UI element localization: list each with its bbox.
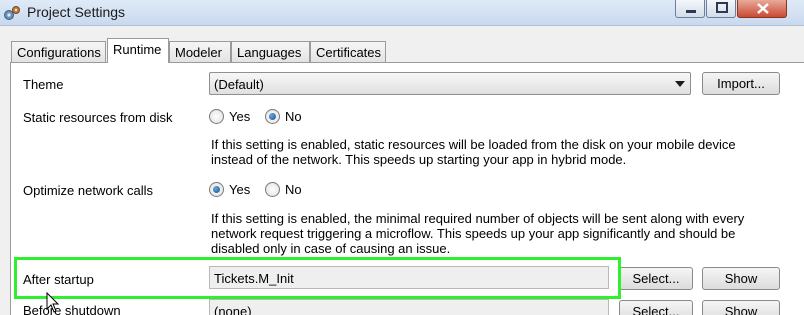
maximize-button[interactable] [706, 0, 736, 18]
theme-dropdown[interactable]: (Default) [209, 72, 691, 95]
tab-label: Certificates [316, 45, 382, 60]
optimize-network-no-radio[interactable] [265, 182, 280, 197]
after-startup-show-button[interactable]: Show [702, 267, 780, 290]
tab-languages[interactable]: Languages [231, 41, 310, 62]
theme-value: (Default) [214, 77, 264, 92]
mouse-cursor-icon [46, 292, 60, 313]
tab-configurations[interactable]: Configurations [11, 41, 106, 62]
chevron-down-icon [675, 81, 685, 87]
before-shutdown-label: Before shutdown [23, 303, 121, 315]
import-button[interactable]: Import... [702, 72, 780, 95]
tab-label: Modeler [175, 45, 222, 60]
window-title: Project Settings [27, 4, 126, 20]
optimize-network-no-label[interactable]: No [285, 182, 302, 197]
close-icon [757, 3, 769, 14]
before-shutdown-field: (none) [209, 299, 609, 315]
title-bar: Project Settings [0, 0, 804, 26]
tab-label: Configurations [17, 45, 101, 60]
static-resources-no-radio[interactable] [265, 109, 280, 124]
static-resources-label: Static resources from disk [23, 110, 173, 125]
tab-label: Languages [237, 45, 302, 60]
before-shutdown-show-button[interactable]: Show [702, 300, 780, 315]
close-button[interactable] [737, 0, 787, 18]
gears-icon [4, 6, 20, 20]
tab-runtime[interactable]: Runtime [107, 38, 169, 63]
minimize-button[interactable] [675, 0, 705, 18]
minimize-icon [686, 10, 696, 13]
before-shutdown-value: (none) [214, 304, 252, 315]
static-resources-yes-label[interactable]: Yes [229, 109, 250, 124]
before-shutdown-select-button[interactable]: Select... [619, 300, 693, 315]
optimize-network-yes-radio[interactable] [209, 182, 224, 197]
after-startup-field: Tickets.M_Init [209, 266, 609, 289]
static-resources-yes-radio[interactable] [209, 109, 224, 124]
tab-certificates[interactable]: Certificates [310, 41, 386, 62]
theme-label: Theme [23, 77, 64, 92]
after-startup-value: Tickets.M_Init [214, 271, 294, 286]
after-startup-label: After startup [23, 272, 94, 287]
optimize-network-label: Optimize network calls [23, 183, 154, 198]
optimize-network-help: If this setting is enabled, the minimal … [211, 211, 745, 256]
tab-modeler[interactable]: Modeler [169, 41, 231, 62]
static-resources-no-label[interactable]: No [285, 109, 302, 124]
optimize-network-yes-label[interactable]: Yes [229, 182, 250, 197]
after-startup-select-button[interactable]: Select... [619, 267, 693, 290]
static-resources-help: If this setting is enabled, static resou… [211, 137, 736, 167]
tab-label: Runtime [113, 42, 162, 57]
maximize-icon [716, 2, 728, 13]
